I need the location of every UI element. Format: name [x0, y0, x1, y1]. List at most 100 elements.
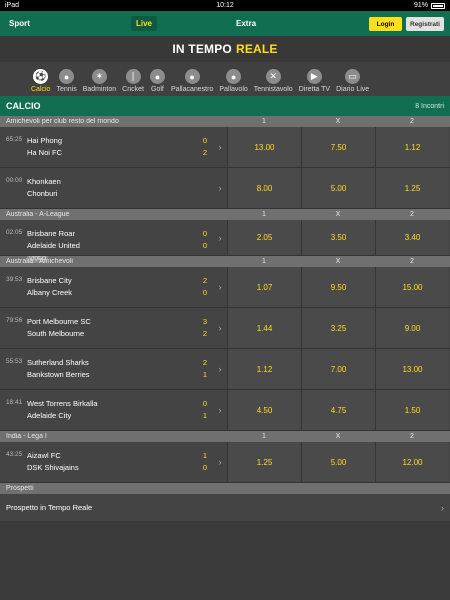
odds-button-x[interactable]: 3.50: [301, 220, 375, 255]
sport-tab-cricket[interactable]: ❘ Cricket: [122, 69, 144, 93]
match-row[interactable]: 55:53 Sutherland Sharks Bankstown Berries 2…: [0, 349, 450, 390]
login-button[interactable]: Login: [369, 17, 402, 31]
match-score: 20: [197, 267, 213, 307]
odds-button-x[interactable]: 3.25: [301, 308, 375, 348]
odds-button-x[interactable]: 5.00: [301, 442, 375, 482]
chevron-right-icon: ›: [441, 502, 444, 513]
golf-ball-icon: ●: [149, 69, 165, 84]
sport-tab-tennis[interactable]: ● Tennis: [56, 69, 77, 93]
sport-tab-pallavolo[interactable]: ● Pallavolo: [219, 69, 248, 93]
sport-tab-diario-live[interactable]: ▭ Diario Live: [336, 69, 369, 93]
odds-button-2[interactable]: 15.00: [375, 267, 449, 307]
match-row[interactable]: 00:00 Khonkaen Chonburi › 8.00 5.00 1.25: [0, 168, 450, 209]
shuttlecock-icon: ✶: [91, 69, 107, 84]
home-team: Brisbane Roar: [27, 229, 75, 238]
match-time: 43:25: [6, 451, 23, 458]
match-row[interactable]: 39:53 Brisbane City Albany Creek 2 0 › 1.07 9.5…: [0, 267, 450, 308]
away-score: 0: [202, 463, 208, 472]
home-score: 0: [202, 229, 208, 238]
odds-button-x[interactable]: 4.75: [301, 390, 375, 430]
status-right: 91%: [414, 2, 445, 9]
odds-button-2[interactable]: 1.25: [375, 168, 449, 208]
chevron-right-icon: ›: [218, 364, 222, 374]
sport-tab-label: Golf: [151, 86, 164, 93]
nav-extra-link[interactable]: Extra: [236, 19, 256, 28]
home-score: 0: [202, 136, 208, 145]
match-score: [197, 168, 213, 208]
sport-tab-label: Tennis: [56, 86, 77, 93]
odds-button-2[interactable]: 3.40: [375, 220, 449, 255]
odds-button-1[interactable]: 1.25: [227, 442, 301, 482]
battery-icon: [431, 2, 445, 9]
group-header: Amichevoli per club resto del mondo 1 X 2: [0, 116, 450, 127]
match-time: 02:05: [6, 229, 23, 236]
match-row[interactable]: 65:25 Hai Phong Ha Noi FC 0 2 › 13.00 7.50 1.12: [0, 127, 450, 168]
nav-live-link[interactable]: Live: [131, 16, 158, 31]
match-time: 65:25: [6, 136, 23, 143]
odds-column-header: X: [335, 433, 341, 440]
match-score: 32: [197, 308, 213, 348]
odds-button-2[interactable]: 12.00: [375, 442, 449, 482]
register-button[interactable]: Registrati: [406, 17, 444, 31]
odds-column-header: 2: [410, 258, 414, 265]
odds-button-x[interactable]: 9.50: [301, 267, 375, 307]
sport-tab-golf[interactable]: ● Golf: [149, 69, 165, 93]
match-row[interactable]: 18:41 West Torrens Birkalla Adelaide City 0…: [0, 390, 450, 431]
odds-column-header: 1: [262, 118, 266, 125]
home-team: West Torrens Birkalla: [27, 399, 98, 408]
table-tennis-icon: ✕: [265, 69, 281, 84]
home-team: Sutherland Sharks: [27, 358, 89, 367]
match-time: 79:56: [6, 317, 23, 324]
clock: 10:12: [216, 2, 234, 9]
match-count: 8 Incontri: [415, 102, 444, 110]
odds-button-1[interactable]: 8.00: [227, 168, 301, 208]
odds-button-1[interactable]: 1.44: [227, 308, 301, 348]
sport-tab-pallacanestro[interactable]: ● Pallacanestro: [171, 69, 213, 93]
odds-column-header: 2: [410, 433, 414, 440]
match-time: 00:00: [6, 177, 23, 184]
odds-button-1[interactable]: 13.00: [227, 127, 301, 167]
prospects-link[interactable]: Prospetto in Tempo Reale ›: [0, 494, 450, 521]
diary-icon: ▭: [345, 69, 361, 84]
odds-button-2[interactable]: 9.00: [375, 308, 449, 348]
odds-button-x[interactable]: 5.00: [301, 168, 375, 208]
odds-button-2[interactable]: 13.00: [375, 349, 449, 389]
top-nav: Sport Live Extra Login Registrati: [0, 11, 450, 36]
odds-button-1[interactable]: 2.05: [227, 220, 301, 255]
match-row[interactable]: 02:05 Brisbane Roar Adelaide United VIDEO 0 0…: [0, 220, 450, 263]
home-score: 2: [202, 276, 208, 285]
sport-tab-label: Pallacanestro: [170, 86, 214, 93]
away-score: 1: [202, 370, 208, 379]
match-row[interactable]: 43:25 Aizawl FC DSK Shivajains 1 0 › 1.25 5.00 1…: [0, 442, 450, 483]
group-header: Australia - A-League 1 X 2: [0, 209, 450, 220]
page-title-yellow: REALE: [235, 42, 278, 56]
nav-sport-link[interactable]: Sport: [9, 19, 30, 28]
page-title-white: IN TEMPO: [172, 42, 232, 56]
page-title: IN TEMPO REALE: [0, 36, 450, 62]
odds-button-x[interactable]: 7.50: [301, 127, 375, 167]
odds-column-header: 1: [262, 258, 266, 265]
away-team: Chonburi: [27, 189, 58, 198]
odds-button-1[interactable]: 4.50: [227, 390, 301, 430]
sport-tab-calcio[interactable]: ⚽ Calcio: [31, 69, 50, 93]
odds-button-x[interactable]: 7.00: [301, 349, 375, 389]
chevron-right-icon: ›: [218, 323, 222, 333]
match-score: 10: [197, 442, 213, 482]
away-team: Adelaide City: [27, 411, 72, 420]
sport-tab-badminton[interactable]: ✶ Badminton: [83, 69, 116, 93]
prospects-header: Prospetti: [0, 483, 450, 494]
match-row[interactable]: 79:56 Port Melbourne SC South Melbourne 3 2 ›…: [0, 308, 450, 349]
away-team: South Melbourne: [27, 329, 85, 338]
sport-tab-label: Tennistavolo: [253, 86, 293, 93]
odds-button-2[interactable]: 1.50: [375, 390, 449, 430]
odds-column-header: 2: [410, 211, 414, 218]
match-teams: Khonkaen Chonburi: [27, 168, 197, 208]
sport-tab-tennistavolo[interactable]: ✕ Tennistavolo: [254, 69, 293, 93]
home-team: Khonkaen: [27, 177, 61, 186]
home-score: 2: [202, 358, 208, 367]
odds-button-1[interactable]: 1.07: [227, 267, 301, 307]
odds-button-2[interactable]: 1.12: [375, 127, 449, 167]
sport-tab-label: Diretta TV: [298, 86, 331, 93]
sport-tab-diretta-tv[interactable]: ▶ Diretta TV: [299, 69, 330, 93]
odds-button-1[interactable]: 1.12: [227, 349, 301, 389]
